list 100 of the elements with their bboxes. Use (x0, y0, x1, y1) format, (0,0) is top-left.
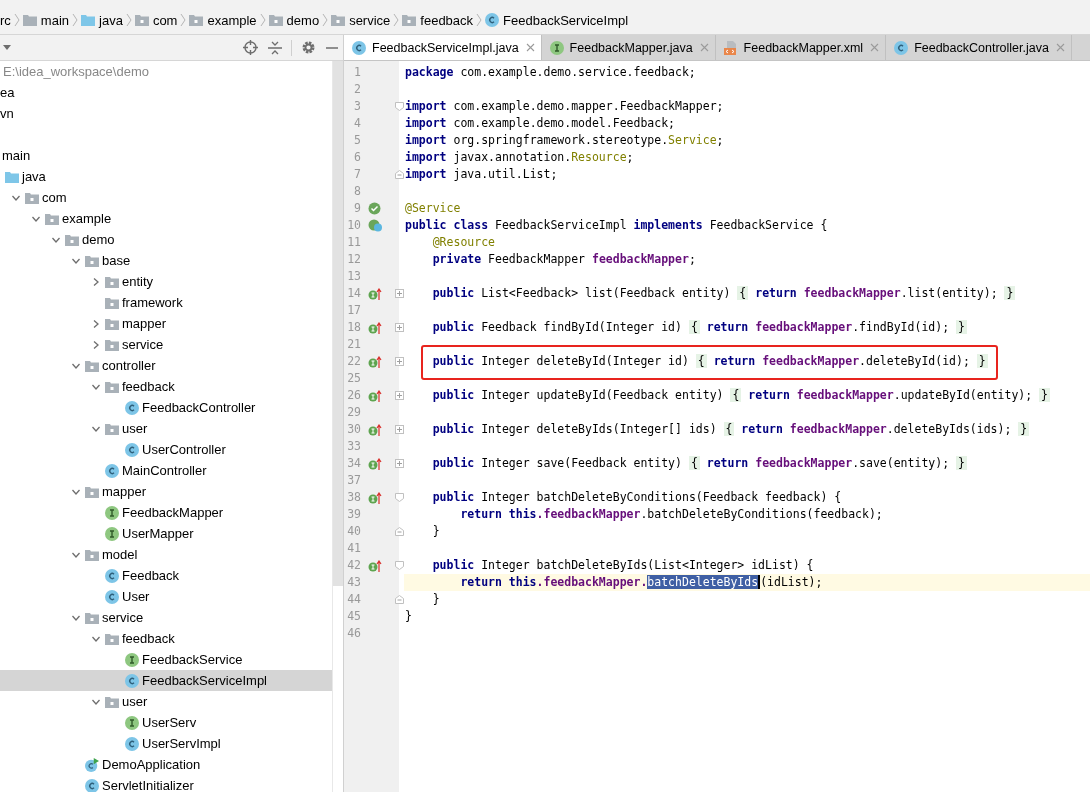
collapse-icon[interactable] (268, 40, 282, 55)
tree-item[interactable]: controller (0, 355, 332, 376)
tree-item[interactable]: User (0, 586, 332, 607)
folder-icon (105, 275, 119, 288)
fold-marker-icon[interactable] (394, 102, 404, 111)
implements-icon[interactable] (368, 559, 382, 572)
fold-marker-icon[interactable] (394, 289, 404, 298)
editor-tab[interactable]: FeedbackController.java (886, 35, 1072, 60)
tree-item[interactable]: model (0, 544, 332, 565)
line-number: 26 (346, 387, 361, 404)
breadcrumb-item[interactable]: java (81, 12, 123, 28)
tree-item[interactable]: E:\idea_workspace\demo (0, 61, 332, 82)
tree-item[interactable]: com (0, 187, 332, 208)
close-icon[interactable] (525, 43, 535, 52)
implements-icon[interactable] (368, 491, 382, 504)
tree-item[interactable]: java (0, 166, 332, 187)
implements-icon[interactable] (368, 355, 382, 368)
tree-item[interactable]: entity (0, 271, 332, 292)
code-line: public Integer updateById(Feedback entity) { return feedbackMapper.updateById(entity); } (431, 387, 1051, 404)
tree-item[interactable]: service (0, 334, 332, 355)
breadcrumb-item[interactable]: com (134, 12, 178, 28)
editor-tab[interactable]: FeedbackMapper.java (541, 35, 716, 60)
line-number: 5 (353, 132, 361, 149)
tree-item[interactable]: feedback (0, 376, 332, 397)
tree-item[interactable]: Feedback (0, 565, 332, 586)
code-line: } (405, 608, 412, 625)
line-number: 14 (346, 285, 361, 302)
line-number: 25 (346, 370, 361, 387)
code-line: import com.example.demo.model.Feedback; (405, 115, 676, 132)
editor-tab[interactable]: FeedbackServiceImpl.java (344, 35, 542, 60)
tree-item[interactable]: FeedbackMapper (0, 502, 332, 523)
line-number: 38 (346, 489, 361, 506)
tree-item[interactable]: UserServImpl (0, 733, 332, 754)
breadcrumb-item[interactable]: feedback (402, 12, 474, 28)
breadcrumb-item[interactable]: rc (0, 12, 11, 28)
tree-item[interactable]: ea (0, 82, 332, 103)
tree-item[interactable]: UserMapper (0, 523, 332, 544)
tree-item[interactable]: UserServ (0, 712, 332, 733)
tree-item[interactable]: demo (0, 229, 332, 250)
tree-item[interactable]: UserController (0, 439, 332, 460)
interface-icon (105, 505, 119, 520)
crosshair-icon[interactable] (243, 40, 258, 55)
line-number: 11 (346, 234, 361, 251)
fold-marker-icon[interactable] (394, 357, 404, 366)
breadcrumb-item[interactable]: FeedbackServiceImpl (485, 12, 629, 28)
tree-item[interactable]: mapper (0, 313, 332, 334)
fold-marker-icon[interactable] (394, 561, 404, 570)
tree-item[interactable]: FeedbackService (0, 649, 332, 670)
fold-marker-icon[interactable] (394, 493, 404, 502)
fold-marker-icon[interactable] (394, 323, 404, 332)
scrollbar-thumb[interactable] (333, 61, 343, 586)
tree-item[interactable]: user (0, 418, 332, 439)
tree-item[interactable]: DemoApplication (0, 754, 332, 775)
fold-marker-icon[interactable] (394, 527, 404, 536)
implements-icon[interactable] (368, 457, 382, 470)
chevron-icon (259, 13, 266, 27)
tree-item[interactable]: example (0, 208, 332, 229)
tree-item[interactable]: vn (0, 103, 332, 124)
editor-tab[interactable]: FeedbackMapper.xml (715, 35, 887, 60)
bean-icon[interactable] (368, 202, 381, 215)
folder-icon (65, 233, 79, 246)
implements-icon[interactable] (368, 321, 382, 334)
tree-item[interactable]: FeedbackController (0, 397, 332, 418)
tree-item[interactable]: base (0, 250, 332, 271)
implements-icon[interactable] (368, 389, 382, 402)
line-number: 44 (346, 591, 361, 608)
tree-item[interactable]: framework (0, 292, 332, 313)
breadcrumb-item[interactable]: main (22, 12, 70, 28)
fold-marker-icon[interactable] (394, 170, 404, 179)
implements-icon[interactable] (368, 287, 382, 300)
tree-item[interactable]: user (0, 691, 332, 712)
folder-icon (85, 485, 99, 498)
class-icon (125, 442, 139, 457)
breadcrumb-item[interactable]: service (331, 12, 391, 28)
bean-icon[interactable] (368, 219, 383, 232)
settings-icon[interactable] (301, 40, 316, 55)
chevron-icon (393, 13, 400, 27)
code-line: import com.example.demo.mapper.FeedbackMapper; (405, 98, 724, 115)
tree-item[interactable]: service (0, 607, 332, 628)
class-icon (125, 736, 139, 751)
fold-marker-icon[interactable] (394, 595, 404, 604)
tree-item[interactable]: MainController (0, 460, 332, 481)
breadcrumb-item[interactable]: demo (268, 12, 320, 28)
code-line: return this.feedbackMapper.batchDeleteByIds (idList); (459, 574, 823, 591)
chevron-icon (476, 13, 483, 27)
tree-item[interactable]: FeedbackServiceImpl (0, 670, 332, 691)
fold-marker-icon[interactable] (394, 425, 404, 434)
breadcrumb-item[interactable]: example (189, 12, 257, 28)
folder-icon (85, 359, 99, 372)
dropdown-caret-icon[interactable] (3, 44, 11, 51)
tree-item[interactable]: feedback (0, 628, 332, 649)
line-number: 42 (346, 557, 361, 574)
tree-item[interactable]: mapper (0, 481, 332, 502)
tree-item[interactable]: ServletInitializer (0, 775, 332, 792)
fold-marker-icon[interactable] (394, 391, 404, 400)
implements-icon[interactable] (368, 423, 382, 436)
tree-item[interactable]: main (0, 145, 332, 166)
line-number: 12 (346, 251, 361, 268)
line-number: 10 (346, 217, 361, 234)
fold-marker-icon[interactable] (394, 459, 404, 468)
